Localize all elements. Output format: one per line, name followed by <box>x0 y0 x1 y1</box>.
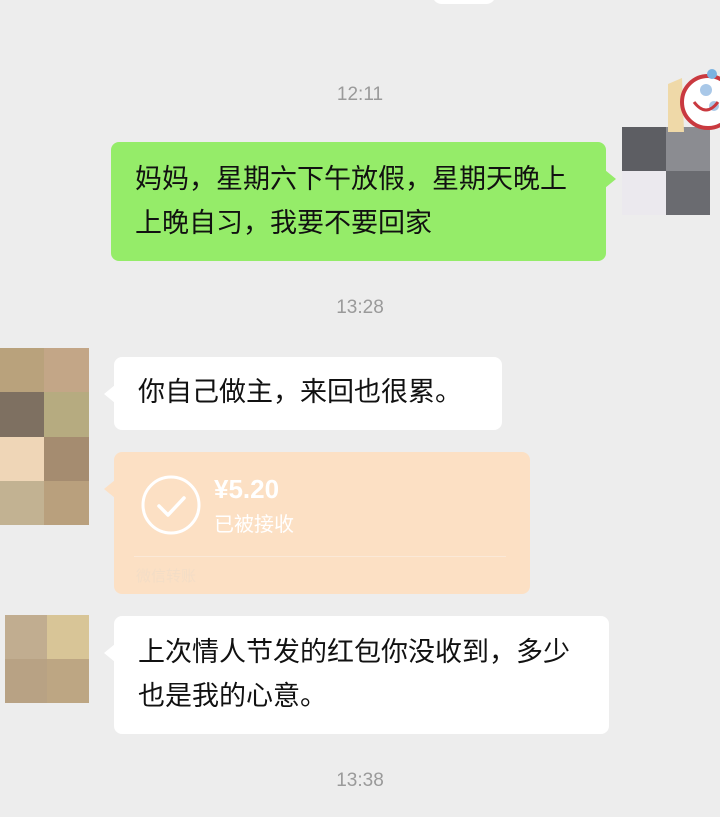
message-bubble-incoming[interactable]: 上次情人节发的红包你没收到，多少也是我的心意。 <box>104 616 609 734</box>
message-bubble-outgoing[interactable]: 妈妈，星期六下午放假，星期天晚上上晚自习，我要不要回家 <box>111 142 616 261</box>
divider <box>134 556 506 557</box>
sticker-image[interactable] <box>664 62 720 134</box>
message-text: 妈妈，星期六下午放假，星期天晚上上晚自习，我要不要回家 <box>135 164 567 239</box>
transfer-footer-label: 微信转账 <box>136 567 197 585</box>
message-text: 上次情人节发的红包你没收到，多少也是我的心意。 <box>138 637 570 712</box>
contact-avatar[interactable] <box>5 615 89 703</box>
wechat-transfer-card[interactable]: ¥5.20 已被接收 微信转账 <box>104 452 530 594</box>
contact-avatar[interactable] <box>0 348 89 525</box>
cropped-sticker-fragment <box>432 0 496 4</box>
transfer-status: 已被接收 <box>214 512 294 536</box>
transfer-amount: ¥5.20 <box>214 474 280 504</box>
timestamp: 13:28 <box>336 297 384 318</box>
my-avatar[interactable] <box>622 127 710 215</box>
check-circle-icon <box>141 475 201 535</box>
timestamp: 12:11 <box>336 84 384 105</box>
message-text: 你自己做主，来回也很累。 <box>138 377 462 408</box>
message-bubble-incoming[interactable]: 你自己做主，来回也很累。 <box>104 357 502 430</box>
timestamp: 13:38 <box>336 770 384 791</box>
